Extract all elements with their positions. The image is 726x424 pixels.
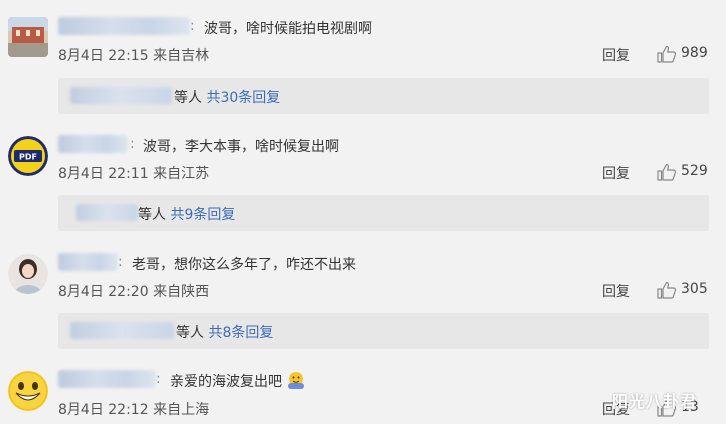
avatar-badge-text: PDF — [19, 153, 37, 162]
user-avatar[interactable] — [8, 17, 48, 57]
thumbs-up-icon[interactable] — [657, 281, 677, 299]
user-avatar[interactable] — [8, 254, 48, 294]
sub-replies-summary: 等人 共8条回复 — [176, 322, 273, 342]
comment-text: 波哥，啥时候能拍电视剧啊 — [204, 21, 372, 37]
name-colon: : — [130, 136, 135, 152]
reply-button[interactable]: 回复 — [602, 281, 630, 301]
username-blurred[interactable] — [58, 17, 190, 35]
comment-text: 老哥，想你这么多年了，咋还不出来 — [132, 257, 356, 273]
sub-replies-suffix: 等人 — [176, 325, 204, 341]
replier-names-blurred — [70, 87, 172, 104]
name-colon: : — [118, 254, 123, 270]
comment-meta: 8月4日 22:15 来自吉林 — [58, 45, 209, 65]
comment-location: 来自江苏 — [153, 166, 210, 182]
comment-text-body: 亲爱的海波复出吧 — [170, 374, 282, 390]
watermark-text: 阳光八卦君 — [612, 392, 698, 411]
comment-text: 波哥，李大本事，啥时候复出啊 — [143, 139, 339, 155]
reply-button[interactable]: 回复 — [602, 163, 630, 183]
sub-replies-suffix: 等人 — [174, 90, 202, 106]
comment-meta: 8月4日 22:11 来自江苏 — [58, 163, 209, 183]
thumbs-up-icon[interactable] — [657, 163, 677, 181]
user-avatar[interactable]: PDF — [8, 136, 48, 176]
thumbs-up-icon[interactable] — [657, 45, 677, 63]
comment-time: 8月4日 22:12 — [58, 402, 149, 418]
comment-time: 8月4日 22:20 — [58, 284, 149, 300]
comment-time: 8月4日 22:15 — [58, 48, 149, 64]
replier-names-blurred — [70, 322, 174, 339]
comment-location: 来自吉林 — [153, 48, 210, 64]
sub-replies-box[interactable]: 等人 共9条回复 — [58, 195, 709, 231]
username-blurred[interactable] — [58, 370, 156, 388]
comment-item: : 老哥，想你这么多年了，咋还不出来 8月4日 22:20 来自陕西 回复 30… — [0, 236, 726, 354]
comment-meta: 8月4日 22:20 来自陕西 — [58, 281, 209, 301]
sub-replies-summary: 等人 共30条回复 — [174, 87, 280, 107]
comment-time: 8月4日 22:11 — [58, 166, 149, 182]
sub-replies-suffix: 等人 — [138, 207, 166, 223]
like-count: 529 — [681, 163, 708, 179]
sub-replies-box[interactable]: 等人 共30条回复 — [58, 78, 709, 114]
comment-text: 亲爱的海波复出吧 — [170, 371, 306, 391]
name-colon: : — [190, 18, 195, 34]
view-replies-link[interactable]: 共30条回复 — [206, 90, 280, 106]
username-blurred[interactable] — [58, 253, 118, 271]
sub-replies-summary: 等人 共9条回复 — [138, 204, 235, 224]
comment-item: PDF : 波哥，李大本事，啥时候复出啊 8月4日 22:11 来自江苏 回复 … — [0, 118, 726, 236]
comment-location: 来自陕西 — [153, 284, 210, 300]
emoji-hug-icon — [288, 372, 305, 389]
like-count: 989 — [681, 45, 708, 61]
username-blurred[interactable] — [58, 135, 128, 153]
reply-button[interactable]: 回复 — [602, 45, 630, 65]
like-count: 305 — [681, 281, 708, 297]
user-avatar[interactable] — [8, 371, 48, 411]
name-colon: : — [156, 371, 161, 387]
comment-meta: 8月4日 22:12 来自上海 — [58, 399, 209, 419]
view-replies-link[interactable]: 共8条回复 — [208, 325, 273, 341]
view-replies-link[interactable]: 共9条回复 — [170, 207, 235, 223]
comment-item: : 波哥，啥时候能拍电视剧啊 8月4日 22:15 来自吉林 回复 989 等人… — [0, 0, 726, 118]
replier-names-blurred — [76, 204, 138, 221]
sub-replies-box[interactable]: 等人 共8条回复 — [58, 313, 709, 349]
comment-location: 来自上海 — [153, 402, 210, 418]
